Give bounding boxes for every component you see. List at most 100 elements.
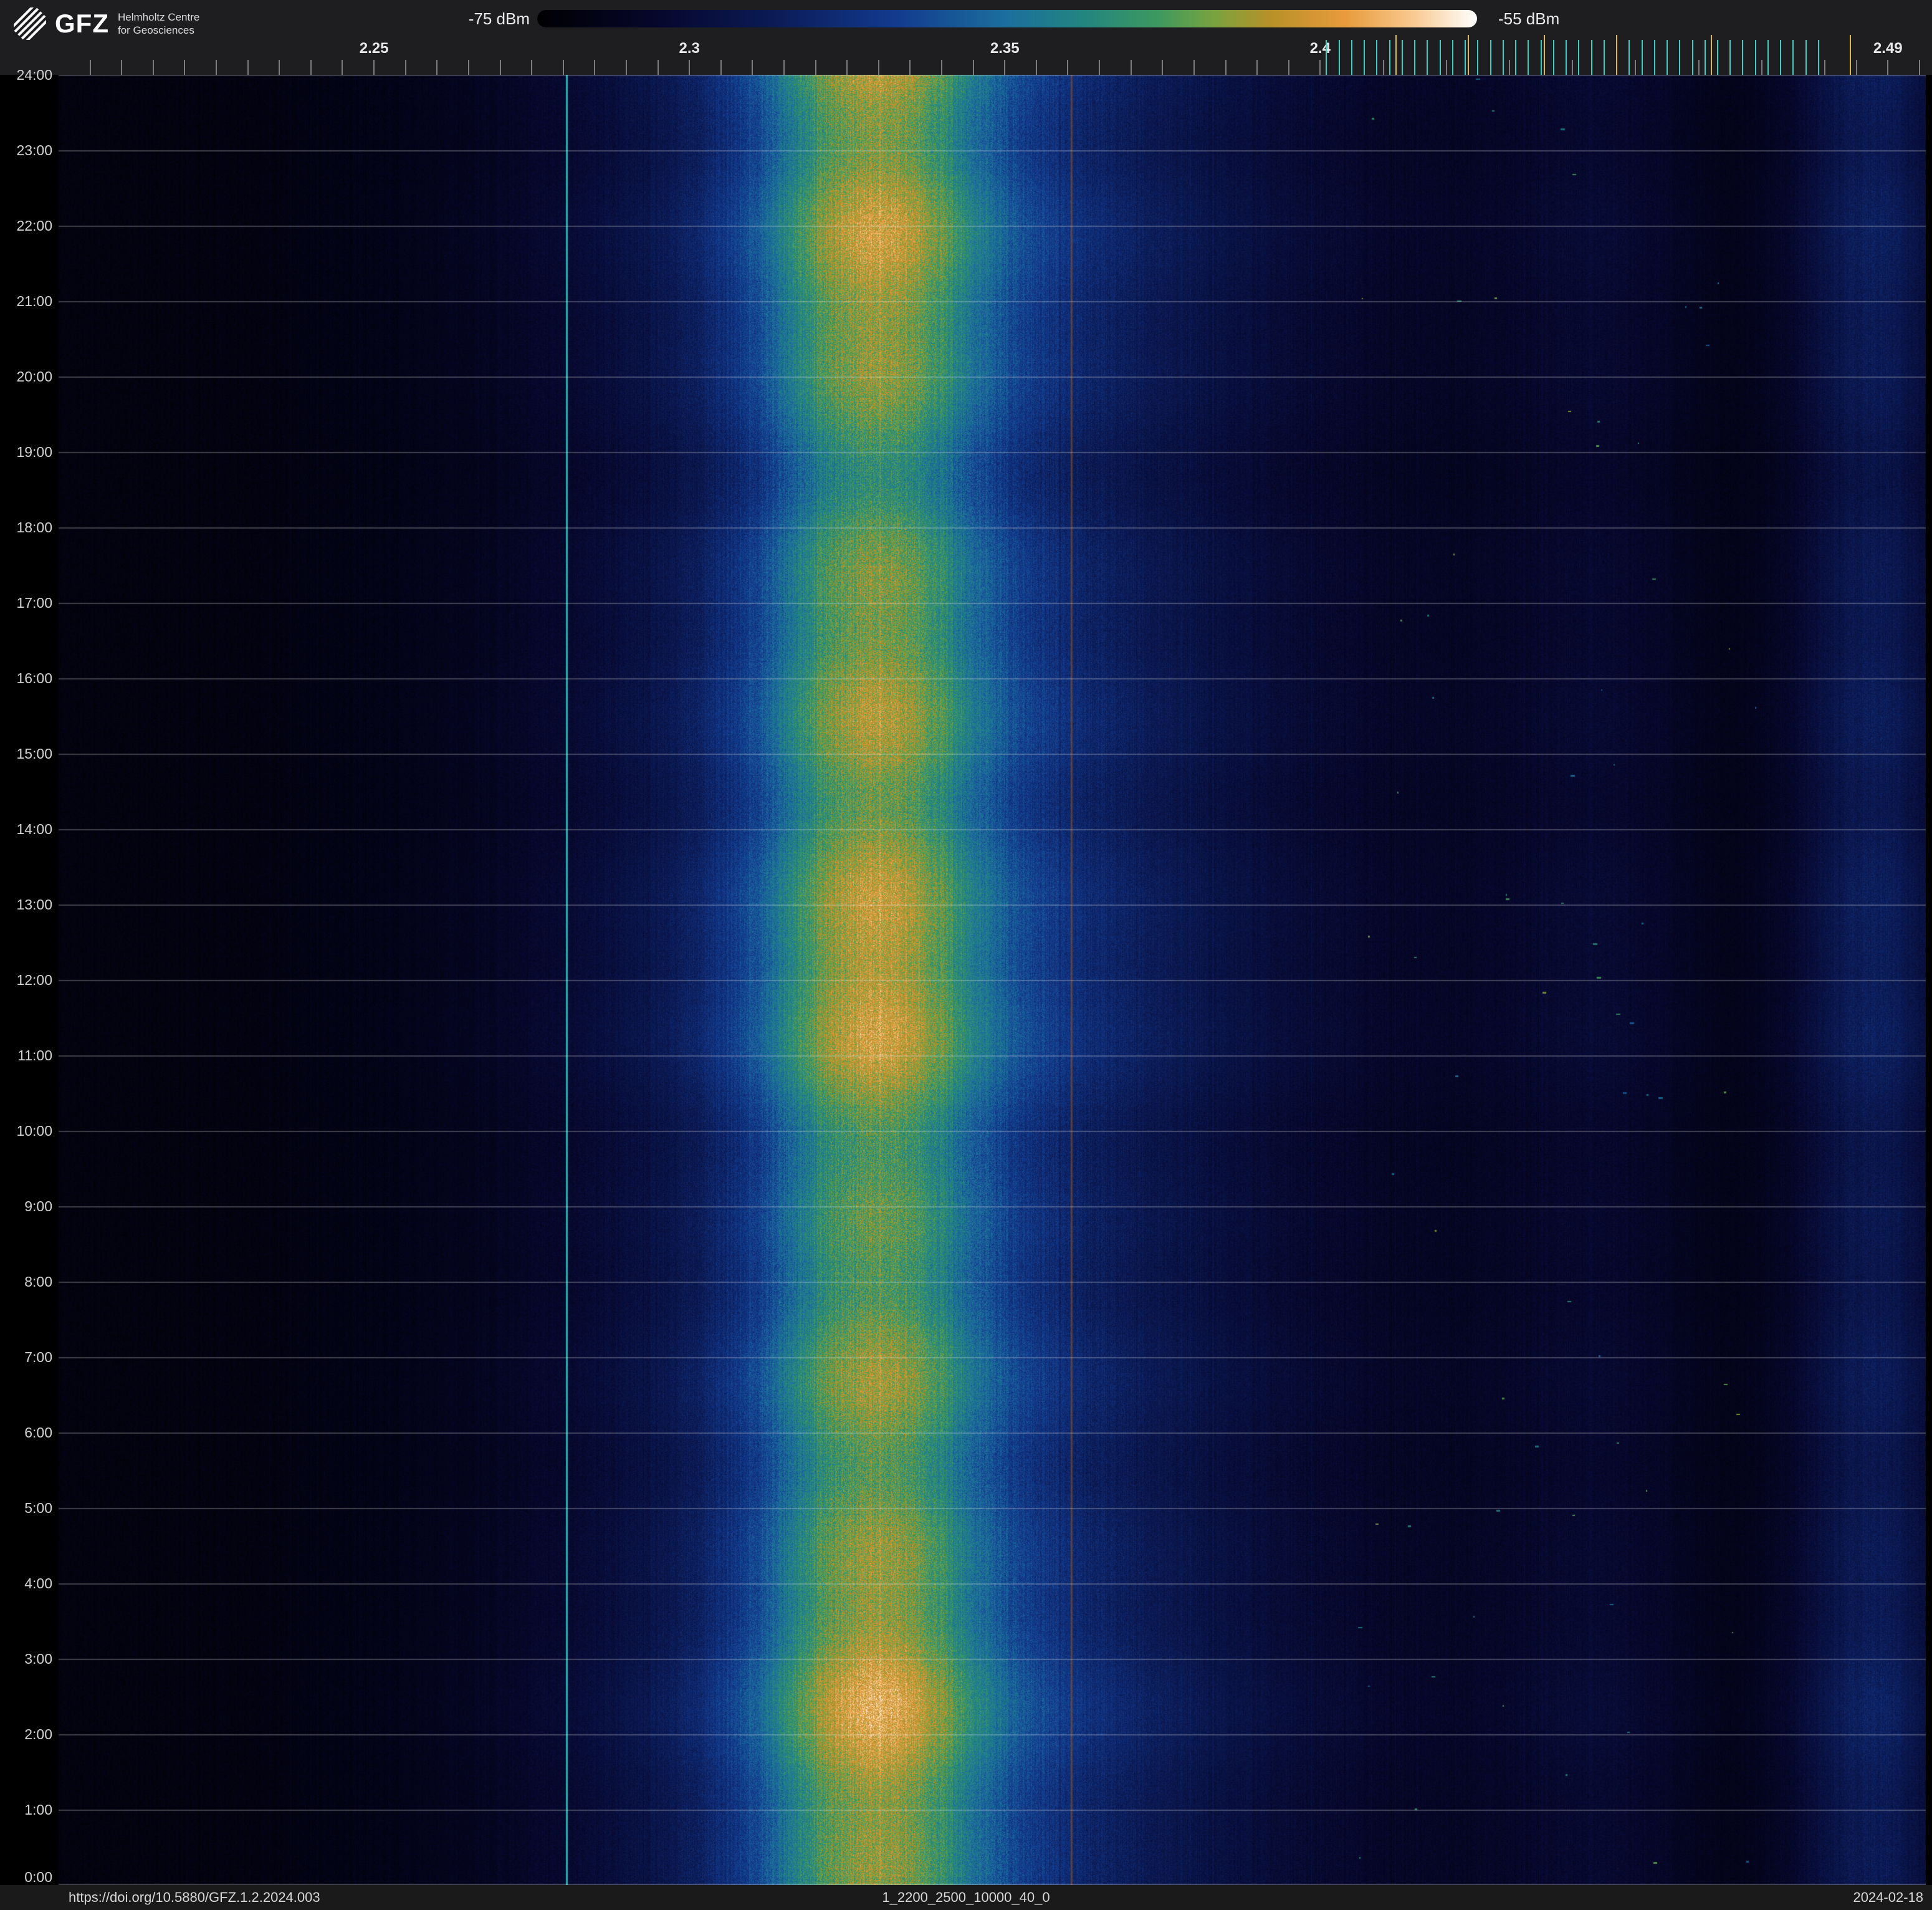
wifi-channel-tick [1451,40,1453,75]
time-tick-label: 7:00 [24,1349,52,1365]
freq-minor-tick [1635,60,1637,75]
wifi-channel-tick [1704,40,1706,75]
time-tick-label: 16:00 [16,670,52,686]
freq-minor-tick [941,60,943,75]
freq-minor-tick [1099,60,1101,75]
freq-tick-label: 2.3 [679,40,700,57]
freq-minor-tick [1067,60,1069,75]
wifi-channel-tick [1716,40,1718,75]
wifi-channel-tick [1490,40,1491,75]
time-tick-label: 14:00 [16,821,52,837]
freq-minor-tick [404,60,406,75]
wifi-channel-tick [1528,40,1529,75]
freq-minor-tick [972,60,974,75]
freq-minor-tick [878,60,879,75]
channel-marker-tick [1543,35,1545,75]
wifi-channel-tick [1566,40,1567,75]
freq-minor-tick [1225,60,1227,75]
freq-minor-tick [1162,60,1164,75]
wifi-channel-tick [1742,40,1744,75]
colorbar [537,10,1477,27]
freq-minor-tick [1319,60,1321,75]
wifi-channel-tick [1641,40,1643,75]
freq-minor-tick [1855,60,1857,75]
wifi-channel-tick [1364,40,1365,75]
logo-subtitle-line2: for Geosciences [117,24,194,36]
wifi-channel-tick [1338,40,1340,75]
wifi-channel-tick [1502,40,1504,75]
wifi-channel-tick [1667,40,1668,75]
wifi-channel-tick [1653,40,1655,75]
freq-minor-tick [310,60,312,75]
doi-link[interactable]: https://doi.org/10.5880/GFZ.1.2.2024.003 [69,1885,320,1910]
freq-minor-tick [121,60,123,75]
time-tick-label: 4:00 [24,1575,52,1591]
freq-minor-tick [89,60,91,75]
freq-minor-tick [720,60,722,75]
wifi-channel-tick [1767,40,1769,75]
spectrogram-canvas [59,75,1926,1885]
freq-tick-label: 2.49 [1873,40,1903,57]
colorbar-max-label: -55 dBm [1498,9,1560,28]
freq-minor-tick [1698,60,1700,75]
freq-minor-tick [752,60,753,75]
time-tick-label: 6:00 [24,1424,52,1441]
gfz-logo-icon [14,7,46,40]
channel-marker-tick [1849,35,1851,75]
wifi-channel-tick [1326,40,1327,75]
wifi-channel-tick [1465,40,1466,75]
freq-minor-tick [689,60,691,75]
freq-minor-tick [657,60,659,75]
logo-subtitle-line1: Helmholtz Centre [117,11,200,23]
time-tick-label: 0:00 [24,1869,52,1885]
freq-tick-label: 2.25 [359,40,389,57]
logo-subtitle: Helmholtz Centre for Geosciences [118,11,199,37]
freq-minor-tick [247,60,249,75]
freq-minor-tick [436,60,438,75]
freq-minor-tick [467,60,469,75]
wifi-channel-tick [1427,40,1428,75]
footer-bar: 1_2200_2500_10000_40_0 https://doi.org/1… [0,1885,1932,1910]
time-tick-label: 24:00 [16,67,52,83]
freq-minor-tick [815,60,816,75]
date-label: 2024-02-18 [1853,1889,1923,1905]
wifi-channel-tick [1578,40,1580,75]
time-tick-label: 13:00 [16,896,52,913]
time-tick-label: 21:00 [16,293,52,309]
freq-minor-tick [1382,60,1384,75]
time-tick-label: 11:00 [17,1047,52,1063]
time-tick-label: 8:00 [24,1274,52,1290]
time-tick-label: 2:00 [24,1726,52,1742]
wifi-channel-tick [1780,40,1782,75]
wifi-channel-tick [1628,40,1630,75]
freq-minor-tick [279,60,280,75]
wifi-channel-tick [1805,40,1807,75]
time-tick-label: 10:00 [16,1123,52,1139]
wifi-channel-tick [1414,40,1416,75]
freq-minor-tick [1035,60,1037,75]
freq-minor-tick [783,60,785,75]
wifi-channel-tick [1679,40,1681,75]
time-tick-label: 18:00 [16,519,52,535]
logo-brand: GFZ [55,9,109,38]
freq-minor-tick [846,60,848,75]
channel-marker-tick [1710,35,1712,75]
freq-minor-tick [625,60,627,75]
wifi-channel-tick [1540,40,1542,75]
wifi-channel-tick [1603,40,1605,75]
wifi-channel-tick [1729,40,1731,75]
logo: GFZ Helmholtz Centre for Geosciences [14,7,199,40]
freq-minor-tick [184,60,186,75]
time-tick-label: 23:00 [16,142,52,158]
freq-minor-tick [216,60,218,75]
freq-minor-tick [1288,60,1289,75]
colorbar-min-label: -75 dBm [468,9,530,28]
freq-minor-tick [499,60,501,75]
freq-minor-tick [1887,60,1889,75]
time-tick-label: 17:00 [16,595,52,611]
freq-minor-tick [152,60,154,75]
wifi-channel-tick [1351,40,1352,75]
time-tick-label: 3:00 [24,1651,52,1667]
freq-minor-tick [909,60,911,75]
wifi-channel-tick [1376,40,1378,75]
